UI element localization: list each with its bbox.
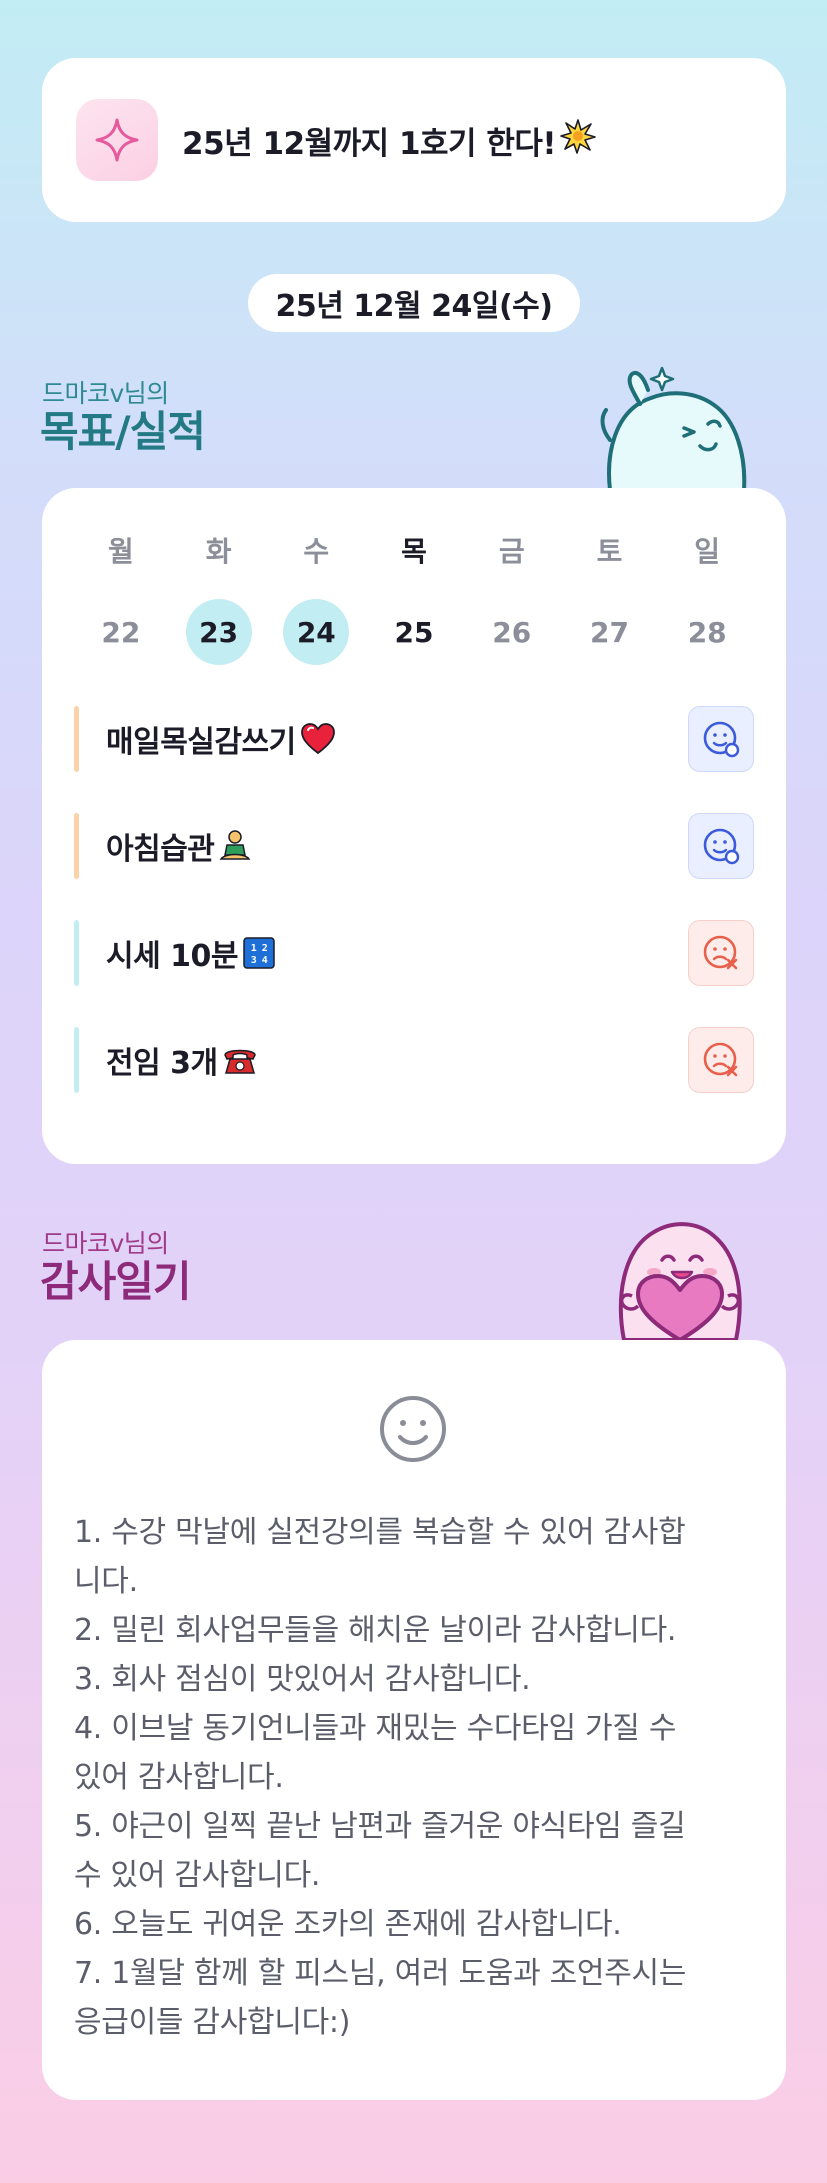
- gratitude-line: 수 있어 감사합니다.: [74, 1858, 321, 1893]
- date-cell-today[interactable]: 25: [365, 598, 463, 666]
- gratitude-line: 2. 밀린 회사업무들을 해치운 날이라 감사합니다.: [74, 1613, 677, 1648]
- goal-label: 매일목실감쓰기: [106, 706, 336, 772]
- weekday-label: 화: [205, 535, 232, 568]
- gratitude-line: 6. 오늘도 귀여운 조카의 존재에 감사합니다.: [74, 1907, 622, 1942]
- weekday-label: 금: [498, 535, 525, 568]
- date-number: 27: [589, 615, 629, 649]
- meditating-person-emoji: [218, 829, 252, 863]
- goal-status-done-button[interactable]: [688, 706, 754, 772]
- goal-item[interactable]: 아침습관: [74, 813, 754, 879]
- gratitude-line: 있어 감사합니다.: [74, 1760, 284, 1795]
- gratitude-text: 1. 수강 막날에 실전강의를 복습할 수 있어 감사합 니다. 2. 밀린 회…: [74, 1508, 760, 2047]
- gratitude-line: 3. 회사 점심이 맛있어서 감사합니다.: [74, 1662, 531, 1697]
- sparkle-star-emoji: [560, 118, 596, 162]
- sparkle-icon: [76, 99, 158, 181]
- gratitude-line: 7. 1월달 함께 할 피스님, 여러 도움과 조언주시는: [74, 1956, 687, 1991]
- goals-section-title: 목표/실적: [40, 407, 206, 456]
- date-number: 26: [492, 615, 532, 649]
- date-cell[interactable]: 22: [72, 598, 170, 666]
- goal-label-text: 전임 3개: [106, 1046, 218, 1081]
- goal-item[interactable]: 매일목실감쓰기: [74, 706, 754, 772]
- goal-banner[interactable]: 25년 12월까지 1호기 한다!: [42, 58, 786, 222]
- goal-status-done-button[interactable]: [688, 813, 754, 879]
- date-cell-completed[interactable]: 23: [170, 598, 268, 666]
- weekday-label: 일: [694, 535, 721, 568]
- date-cell-completed[interactable]: 24: [267, 598, 365, 666]
- goal-label-text: 아침습관: [106, 832, 215, 867]
- date-number: 25: [394, 615, 434, 649]
- gratitude-line: 1. 수강 막날에 실전강의를 복습할 수 있어 감사합: [74, 1515, 686, 1550]
- goal-color-bar: [74, 706, 79, 772]
- blue-mascot-illustration: [596, 360, 756, 492]
- gratitude-line: 5. 야근이 일찍 끝난 남편과 즐거운 야식타임 즐길: [74, 1809, 686, 1844]
- goal-color-bar: [74, 1027, 79, 1093]
- weekday-label: 토: [596, 535, 623, 568]
- weekday-label: 월: [107, 535, 134, 568]
- heart-emoji: [300, 723, 336, 755]
- date-number: 24: [283, 599, 350, 665]
- goals-card: 월 화 수 목 금 토 일 22 23 24 25 26 27 28 매일목실감…: [42, 488, 786, 1164]
- date-number: 28: [687, 615, 727, 649]
- date-number: 22: [101, 615, 141, 649]
- date-number: 23: [185, 599, 252, 665]
- smile-face-icon[interactable]: [378, 1394, 448, 1464]
- gratitude-line: 4. 이브날 동기언니들과 재밌는 수다타임 가질 수: [74, 1711, 677, 1746]
- sad-x-icon: [703, 935, 738, 970]
- goal-label-text: 시세 10분: [106, 939, 239, 974]
- gratitude-line: 응급이들 감사합니다:): [74, 2005, 351, 2040]
- weekday-label: 수: [303, 535, 330, 568]
- goal-color-bar: [74, 920, 79, 986]
- goal-banner-text: 25년 12월까지 1호기 한다!: [182, 58, 596, 222]
- weekday-row: 월 화 수 목 금 토 일: [72, 530, 756, 570]
- date-pill[interactable]: 25년 12월 24일(수): [248, 274, 580, 332]
- numbers-1234-emoji: 1 23 4: [242, 936, 276, 970]
- smile-check-icon: [703, 721, 740, 758]
- pink-mascot-illustration: [594, 1210, 764, 1342]
- date-row: 22 23 24 25 26 27 28: [72, 598, 756, 666]
- weekday-label-today: 목: [401, 535, 427, 568]
- goal-label: 아침습관: [106, 813, 252, 879]
- date-label: 25년 12월 24일(수): [275, 289, 553, 324]
- date-cell[interactable]: 28: [658, 598, 756, 666]
- goal-color-bar: [74, 813, 79, 879]
- goal-text: 25년 12월까지 1호기 한다!: [182, 125, 557, 162]
- svg-text:1 2: 1 2: [251, 943, 268, 954]
- gratitude-line: 니다.: [74, 1564, 138, 1599]
- goal-item[interactable]: 전임 3개: [74, 1027, 754, 1093]
- goal-label: 시세 10분 1 23 4: [106, 920, 276, 986]
- telephone-emoji: [222, 1045, 258, 1075]
- svg-text:3 4: 3 4: [251, 955, 268, 966]
- goal-item[interactable]: 시세 10분 1 23 4: [74, 920, 754, 986]
- date-cell[interactable]: 27: [561, 598, 659, 666]
- goal-status-missed-button[interactable]: [688, 920, 754, 986]
- goal-label: 전임 3개: [106, 1027, 258, 1093]
- goal-label-text: 매일목실감쓰기: [106, 725, 296, 760]
- goal-status-missed-button[interactable]: [688, 1027, 754, 1093]
- smile-check-icon: [703, 828, 740, 865]
- date-cell[interactable]: 26: [463, 598, 561, 666]
- sad-x-icon: [703, 1042, 738, 1077]
- thanks-section-title: 감사일기: [40, 1257, 192, 1306]
- gratitude-journal-card: 1. 수강 막날에 실전강의를 복습할 수 있어 감사합 니다. 2. 밀린 회…: [42, 1340, 786, 2100]
